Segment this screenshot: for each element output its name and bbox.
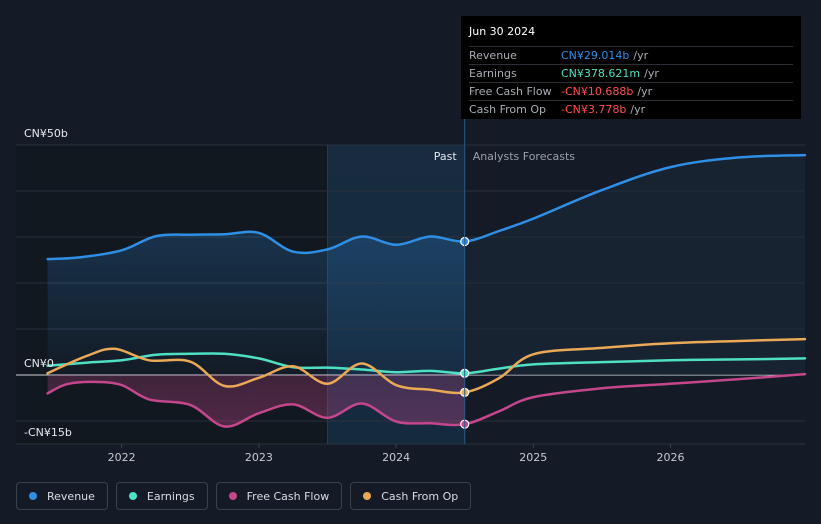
cash-from-op-dot-icon	[363, 492, 372, 500]
tooltip-label: Free Cash Flow	[469, 85, 552, 98]
x-axis-labels: 2022 2023 2024 2025 2026	[108, 444, 685, 464]
legend-label: Cash From Op	[381, 489, 459, 503]
tooltip-row-cash-from-op: Cash From Op -CN¥3.778b /yr	[469, 100, 793, 118]
y-axis-label: -CN¥15b	[24, 426, 72, 439]
tooltip-value: -CN¥3.778b	[561, 103, 627, 116]
earnings-dot-icon	[128, 492, 137, 500]
tooltip-unit: /yr	[637, 85, 653, 98]
legend-item-free-cash-flow[interactable]: Free Cash Flow	[215, 482, 343, 510]
tooltip-label: Revenue	[469, 49, 517, 62]
tooltip-row-free-cash-flow: Free Cash Flow -CN¥10.688b /yr	[469, 82, 793, 100]
tooltip-row-earnings: Earnings CN¥378.621m /yr	[469, 64, 793, 82]
tooltip-value: -CN¥10.688b	[561, 85, 634, 98]
legend-item-cash-from-op[interactable]: Cash From Op	[350, 482, 472, 510]
x-axis-label: 2023	[245, 451, 273, 464]
x-axis-label: 2025	[519, 451, 547, 464]
forecast-label: Analysts Forecasts	[473, 150, 576, 163]
legend-label: Earnings	[146, 489, 195, 503]
tooltip-date: Jun 30 2024	[469, 25, 536, 38]
legend-label: Revenue	[47, 489, 95, 503]
tooltip-unit: /yr	[644, 67, 659, 80]
tooltip: Jun 30 2024 Revenue CN¥29.014b /yr Earni…	[461, 16, 801, 119]
past-label: Past	[434, 150, 458, 163]
tooltip-label: Cash From Op	[469, 103, 547, 116]
y-axis-label: CN¥0	[24, 357, 54, 370]
y-axis-label: CN¥50b	[24, 127, 68, 140]
x-axis-label: 2024	[382, 451, 410, 464]
tooltip-value: CN¥378.621m	[561, 67, 641, 80]
tooltip-row-revenue: Revenue CN¥29.014b /yr	[469, 46, 793, 64]
revenue-dot-icon	[29, 492, 37, 500]
tooltip-unit: /yr	[633, 49, 649, 62]
legend-label: Free Cash Flow	[246, 489, 330, 503]
legend: Revenue Earnings Free Cash Flow Cash Fro…	[16, 482, 472, 510]
tooltip-unit: /yr	[630, 103, 646, 116]
x-axis-label: 2022	[108, 451, 136, 464]
legend-item-revenue[interactable]: Revenue	[16, 482, 108, 510]
revenue-forecast-area	[464, 155, 805, 375]
x-axis-label: 2026	[657, 451, 685, 464]
legend-item-earnings[interactable]: Earnings	[115, 482, 208, 510]
free-cash-flow-dot-icon	[228, 492, 237, 500]
tooltip-label: Earnings	[469, 67, 517, 80]
tooltip-value: CN¥29.014b	[561, 49, 630, 62]
